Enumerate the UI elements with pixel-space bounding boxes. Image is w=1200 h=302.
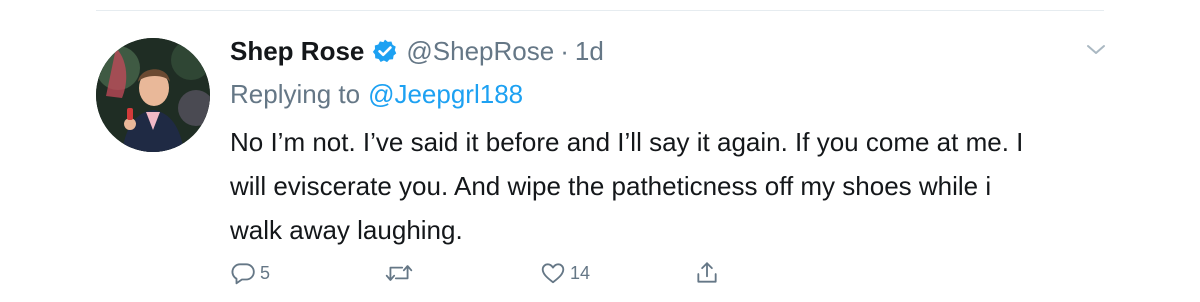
separator-dot: · bbox=[560, 35, 569, 66]
tweet-header: Shep Rose @ShepRose · 1d bbox=[230, 30, 604, 72]
tweet-text: No I’m not. I’ve said it before and I’ll… bbox=[230, 120, 1110, 252]
tweet-text-line: walk away laughing. bbox=[230, 215, 463, 245]
retweet-icon bbox=[384, 260, 414, 286]
user-handle[interactable]: @ShepRose bbox=[406, 36, 554, 67]
avatar[interactable] bbox=[96, 38, 210, 152]
retweet-button[interactable] bbox=[384, 258, 418, 288]
top-divider bbox=[96, 10, 1104, 11]
reply-icon bbox=[230, 260, 256, 286]
replying-to: Replying to @Jeepgrl188 bbox=[230, 74, 523, 114]
like-count: 14 bbox=[570, 262, 591, 283]
chevron-down-icon[interactable] bbox=[1084, 40, 1108, 60]
heart-icon bbox=[540, 260, 566, 286]
tweet-text-line: No I’m not. I’ve said it before and I’ll… bbox=[230, 127, 1024, 157]
replying-to-label: Replying to bbox=[230, 78, 361, 109]
display-name[interactable]: Shep Rose bbox=[230, 36, 364, 67]
like-button[interactable]: 14 bbox=[540, 258, 590, 288]
verified-badge-icon bbox=[372, 38, 398, 64]
replying-to-link[interactable]: @Jeepgrl188 bbox=[368, 79, 523, 110]
avatar-photo bbox=[96, 38, 210, 152]
tweet-text-line: will eviscerate you. And wipe the pathet… bbox=[230, 171, 992, 201]
tweet-actions: 5 14 bbox=[230, 258, 1130, 288]
share-icon bbox=[694, 260, 720, 286]
reply-count: 5 bbox=[260, 262, 271, 283]
reply-button[interactable]: 5 bbox=[230, 258, 270, 288]
share-button[interactable] bbox=[694, 258, 720, 288]
timestamp[interactable]: 1d bbox=[575, 36, 604, 67]
